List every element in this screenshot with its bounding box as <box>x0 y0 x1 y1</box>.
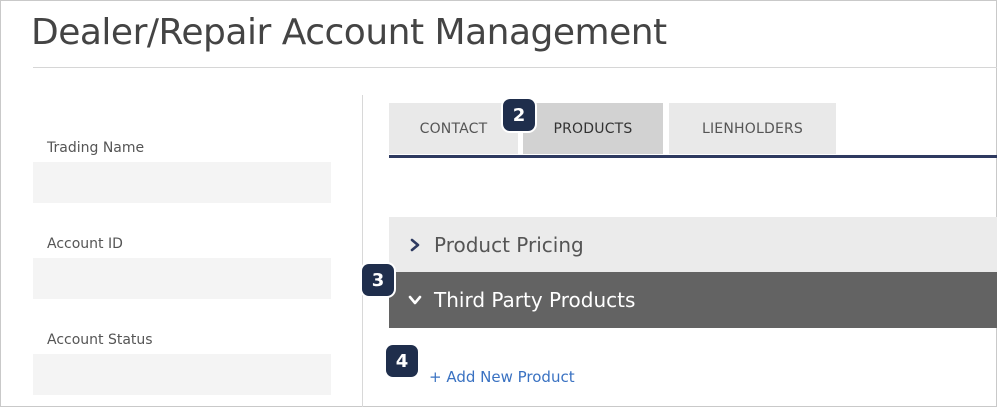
accordion-product-pricing-title: Product Pricing <box>434 233 584 257</box>
account-status-field[interactable] <box>33 354 331 395</box>
accordion-third-party-products-title: Third Party Products <box>434 288 636 312</box>
chevron-down-icon <box>408 295 422 305</box>
account-id-field[interactable] <box>33 258 331 299</box>
account-id-label: Account ID <box>47 236 123 252</box>
column-divider <box>362 95 363 407</box>
tab-contact[interactable]: CONTACT <box>389 103 518 154</box>
callout-badge-4: 4 <box>386 345 418 377</box>
accordion-third-party-products[interactable]: Third Party Products <box>389 272 997 328</box>
tab-lienholders-label: LIENHOLDERS <box>701 120 804 137</box>
trading-name-label: Trading Name <box>47 140 145 156</box>
tab-underline <box>389 155 997 158</box>
trading-name-field[interactable] <box>33 162 331 203</box>
accordion-product-pricing[interactable]: Product Pricing <box>389 217 997 273</box>
tab-lienholders[interactable]: LIENHOLDERS <box>669 103 836 154</box>
tab-contact-label: CONTACT <box>419 120 488 137</box>
account-status-label: Account Status <box>47 332 153 348</box>
page-title: Dealer/Repair Account Management <box>31 12 667 53</box>
callout-badge-2: 2 <box>503 99 535 131</box>
tab-products-label: PRODUCTS <box>553 120 633 137</box>
callout-badge-3: 3 <box>362 264 394 296</box>
add-new-product-link[interactable]: + Add New Product <box>429 368 575 386</box>
title-divider <box>33 67 997 68</box>
chevron-right-icon <box>410 238 420 252</box>
tab-products[interactable]: PRODUCTS <box>523 103 663 154</box>
